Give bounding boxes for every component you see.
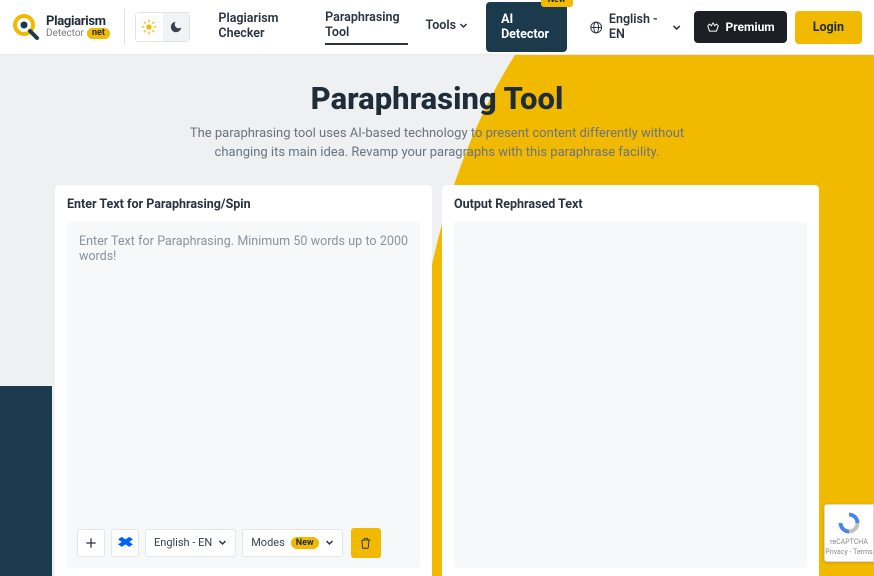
modes-dropdown[interactable]: Modes New	[242, 529, 342, 557]
premium-button[interactable]: Premium	[694, 11, 787, 43]
dark-mode-button[interactable]	[163, 13, 190, 41]
nav-tools-dropdown[interactable]: Tools	[426, 18, 469, 36]
logo-badge: net	[87, 28, 110, 39]
input-panel-title: Enter Text for Paraphrasing/Spin	[67, 197, 420, 212]
add-file-button[interactable]	[77, 529, 105, 557]
plus-icon	[84, 536, 98, 550]
paraphrase-input[interactable]	[79, 234, 408, 514]
login-button[interactable]: Login	[795, 11, 862, 44]
toolbar-language-dropdown[interactable]: English - EN	[145, 529, 236, 557]
globe-icon	[589, 19, 603, 36]
dark-background-shape	[0, 386, 52, 576]
recaptcha-badge[interactable]: reCAPTCHA Privacy - Terms	[824, 504, 874, 562]
theme-toggle[interactable]	[135, 12, 191, 42]
input-panel: Enter Text for Paraphrasing/Spin English…	[55, 185, 432, 576]
dropbox-icon	[118, 535, 133, 550]
main-header: Plagiarism Detector net Plagiarism Check…	[0, 0, 874, 55]
nav-paraphrasing-tool[interactable]: Paraphrasing Tool	[325, 10, 407, 45]
page-subtitle: The paraphrasing tool uses AI-based tech…	[167, 125, 707, 163]
chevron-down-icon	[459, 21, 468, 30]
crown-icon	[706, 20, 720, 34]
modes-new-badge: New	[291, 537, 319, 549]
logo-subtitle: Detector net	[46, 28, 110, 39]
new-badge: New	[541, 0, 573, 7]
panels-container: Enter Text for Paraphrasing/Spin English…	[55, 185, 819, 576]
light-mode-button[interactable]	[136, 13, 163, 41]
recaptcha-line1: reCAPTCHA	[830, 538, 868, 546]
sun-icon	[141, 19, 157, 35]
chevron-down-icon	[218, 538, 227, 547]
output-area	[454, 222, 807, 568]
main-nav: Plagiarism Checker Paraphrasing Tool Too…	[218, 10, 468, 45]
logo[interactable]: Plagiarism Detector net	[12, 9, 125, 45]
ai-detector-button[interactable]: AI Detector	[486, 2, 566, 52]
ai-detector-wrap: AI Detector New	[486, 2, 566, 52]
trash-icon	[359, 536, 373, 550]
dropbox-button[interactable]	[111, 529, 139, 557]
output-panel-title: Output Rephrased Text	[454, 197, 807, 212]
recaptcha-line2: Privacy - Terms	[825, 548, 873, 556]
input-textarea-wrap: English - EN Modes New	[67, 222, 420, 568]
nav-plagiarism-checker[interactable]: Plagiarism Checker	[218, 11, 307, 44]
chevron-down-icon	[325, 538, 334, 547]
chevron-down-icon	[672, 22, 681, 33]
page-title: Paraphrasing Tool	[0, 80, 874, 117]
input-toolbar: English - EN Modes New	[77, 528, 381, 558]
logo-title: Plagiarism	[46, 15, 110, 28]
recaptcha-icon	[836, 510, 862, 536]
clear-button[interactable]	[351, 528, 381, 558]
language-selector[interactable]: English - EN	[589, 12, 682, 42]
hero-section: Paraphrasing Tool The paraphrasing tool …	[0, 55, 874, 163]
moon-icon	[169, 20, 183, 34]
logo-icon	[12, 13, 40, 41]
output-panel: Output Rephrased Text	[442, 185, 819, 576]
